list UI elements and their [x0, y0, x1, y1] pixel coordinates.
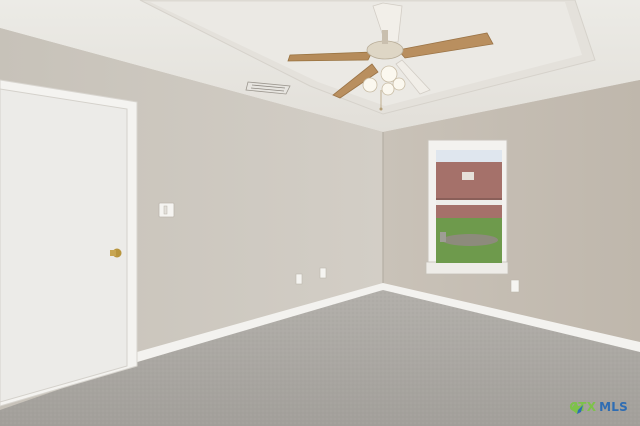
window [425, 139, 509, 275]
outlet-icon [319, 267, 327, 279]
outlet-icon [510, 279, 520, 293]
room-illustration [0, 0, 640, 426]
door[interactable] [0, 88, 128, 403]
watermark-brand-right: MLS [599, 400, 628, 414]
empty-bedroom-photo: CTX MLS [0, 0, 640, 426]
logo-icon [571, 402, 584, 414]
light-switch-icon[interactable] [158, 202, 175, 218]
outlet-icon [295, 273, 303, 285]
listing-watermark: CTX MLS [569, 400, 628, 414]
